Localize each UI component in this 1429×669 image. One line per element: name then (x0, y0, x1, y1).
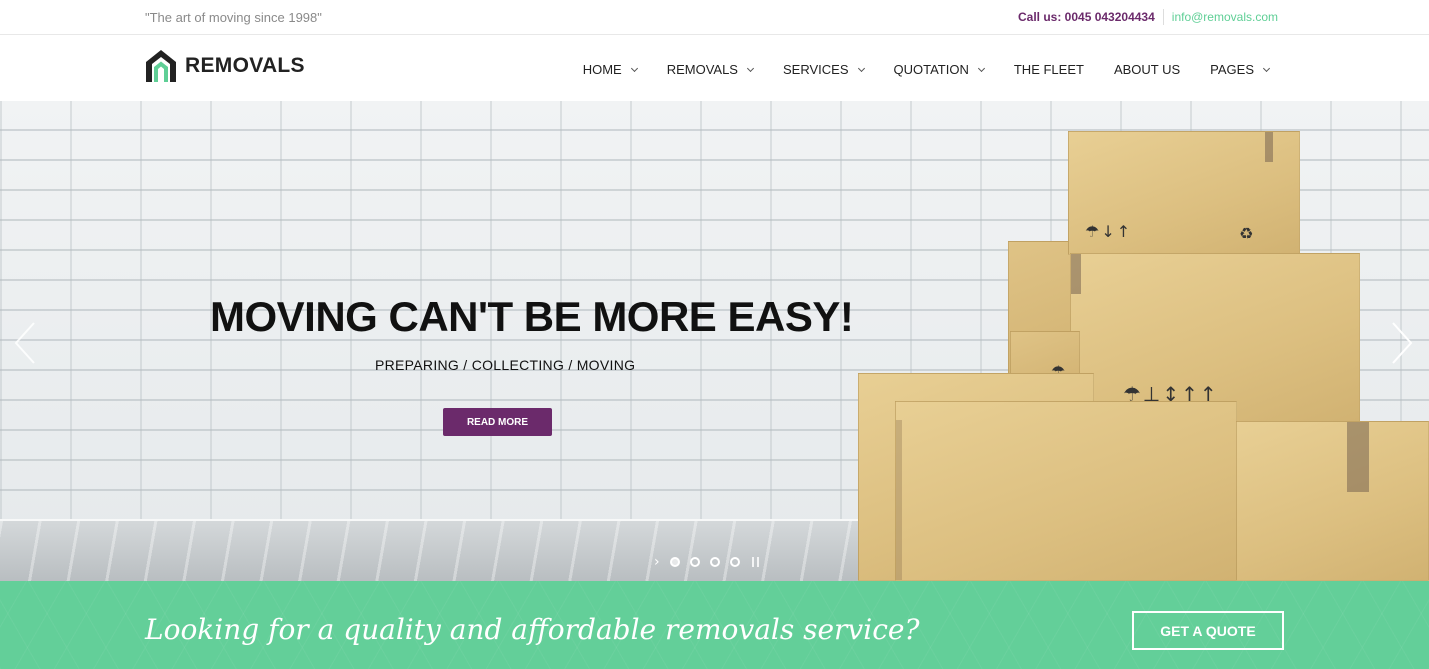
slide-dot-2[interactable] (689, 557, 700, 567)
nav-item-the-fleet[interactable]: THE FLEET (1014, 62, 1084, 77)
chevron-down-icon (630, 64, 638, 72)
pause-icon[interactable] (751, 557, 762, 567)
chevron-right-icon[interactable]: › (654, 554, 660, 570)
chevron-down-icon (977, 64, 985, 72)
divider (1162, 9, 1164, 25)
next-slide-arrow-icon[interactable] (1389, 321, 1415, 365)
slider-controls: › (654, 554, 762, 570)
chevron-down-icon (746, 64, 755, 72)
site-header: REMOVALS HOME REMOVALS SERVICES QUOTATION TH… (0, 35, 1429, 101)
prev-slide-arrow-icon[interactable] (12, 321, 38, 365)
nav-item-services[interactable]: SERVICES (782, 62, 865, 77)
phone-number[interactable]: Call us: 0045 043204434 (1018, 10, 1163, 24)
slide-dot-1[interactable] (669, 557, 680, 567)
contact-info: Call us: 0045 043204434 info@removals.co… (1018, 9, 1278, 25)
nav-item-label: REMOVALS (666, 62, 738, 77)
top-bar: "The art of moving since 1998" Call us: … (0, 0, 1429, 35)
box-top: ☂↓↑ ♻ (1068, 131, 1300, 255)
chevron-down-icon (857, 64, 865, 72)
slide-dot-3[interactable] (709, 557, 720, 567)
hero-title: MOVING CAN'T BE MORE EASY! (210, 293, 854, 340)
main-nav: HOME REMOVALS SERVICES QUOTATION THE FLEET AB… (582, 62, 1271, 77)
nav-item-home[interactable]: HOME (582, 62, 638, 77)
read-more-button[interactable]: READ MORE (443, 408, 552, 436)
tagline: "The art of moving since 1998" (145, 10, 322, 25)
chevron-down-icon (1262, 64, 1271, 72)
box-bottom-right (1236, 421, 1429, 581)
nav-item-label: HOME (582, 62, 622, 77)
cta-band: Looking for a quality and affordable rem… (0, 581, 1429, 669)
slide-dot-4[interactable] (729, 557, 740, 567)
cta-text: Looking for a quality and affordable rem… (145, 613, 920, 646)
house-logo-icon (146, 50, 176, 82)
nav-item-label: ABOUT US (1113, 62, 1181, 77)
nav-item-pages[interactable]: PAGES (1210, 62, 1271, 77)
nav-item-label: PAGES (1210, 62, 1254, 77)
nav-item-label: SERVICES (782, 62, 849, 77)
box-bottom-middle (895, 401, 1237, 581)
nav-item-label: THE FLEET (1013, 62, 1084, 77)
nav-item-quotation[interactable]: QUOTATION (893, 62, 985, 77)
hero-slider: ☂↓↑ ♻ ☂⊥↕↑↑ ☂ MOVING CAN'T BE MORE EASY!… (0, 101, 1429, 581)
nav-item-label: QUOTATION (893, 62, 969, 77)
nav-item-removals[interactable]: REMOVALS (666, 62, 755, 77)
logo[interactable]: REMOVALS (144, 48, 305, 84)
get-a-quote-button[interactable]: GET A QUOTE (1132, 611, 1284, 650)
nav-item-about-us[interactable]: ABOUT US (1114, 62, 1180, 77)
hero-subtitle: PREPARING / COLLECTING / MOVING (375, 357, 636, 373)
logo-text: REMOVALS (185, 54, 305, 77)
email-link[interactable]: info@removals.com (1172, 10, 1278, 24)
box-middle: ☂⊥↕↑↑ (1070, 253, 1360, 423)
